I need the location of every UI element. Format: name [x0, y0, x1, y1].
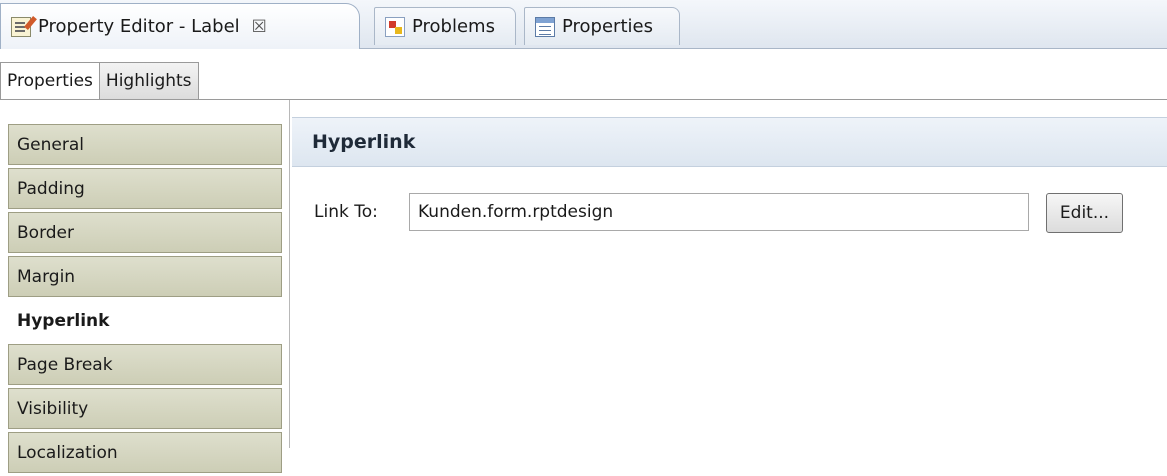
properties-icon [535, 16, 555, 37]
category-visibility[interactable]: Visibility [8, 388, 282, 429]
link-to-label: Link To: [314, 202, 378, 222]
property-editor-icon [11, 16, 31, 37]
link-to-field[interactable] [409, 193, 1029, 231]
category-general[interactable]: General [8, 124, 282, 165]
category-padding[interactable]: Padding [8, 168, 282, 209]
category-border[interactable]: Border [8, 212, 282, 253]
category-margin[interactable]: Margin [8, 256, 282, 297]
category-list: General Padding Border Margin Hyperlink … [8, 124, 282, 476]
category-hyperlink[interactable]: Hyperlink [8, 300, 282, 341]
sub-tab-bar: Properties Highlights [0, 62, 199, 99]
category-page-break[interactable]: Page Break [8, 344, 282, 385]
tab-property-editor[interactable]: Property Editor - Label ☒ [0, 3, 360, 49]
tab-problems[interactable]: Problems [374, 7, 516, 45]
view-tab-bar: Property Editor - Label ☒ Problems Prope… [0, 0, 1167, 49]
tab-properties-label: Properties [562, 16, 653, 37]
tab-problems-label: Problems [412, 16, 495, 37]
tab-properties[interactable]: Properties [524, 7, 680, 45]
section-title: Hyperlink [292, 117, 1167, 167]
problems-icon [385, 16, 405, 37]
subtab-properties[interactable]: Properties [0, 62, 100, 99]
category-panel: General Padding Border Margin Hyperlink … [0, 100, 290, 473]
edit-button[interactable]: Edit... [1046, 193, 1123, 233]
close-icon[interactable]: ☒ [252, 17, 267, 37]
subtab-highlights[interactable]: Highlights [99, 62, 199, 99]
tab-property-editor-label: Property Editor - Label [38, 16, 240, 37]
category-localization[interactable]: Localization [8, 432, 282, 473]
